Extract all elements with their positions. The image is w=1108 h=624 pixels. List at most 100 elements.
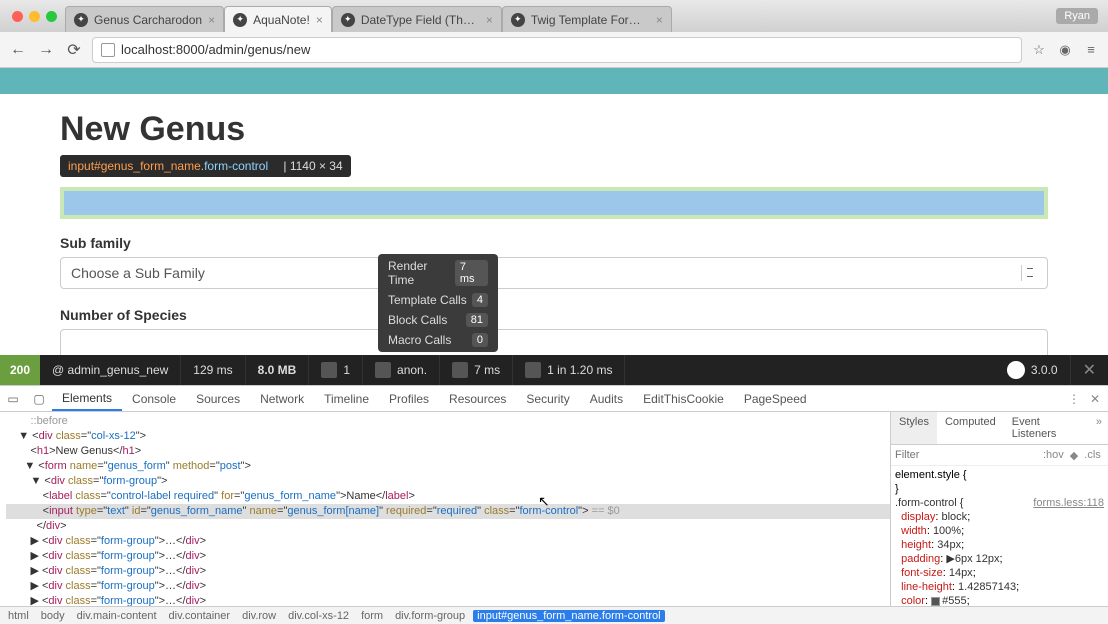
favicon-icon: ✦ [341,13,355,27]
favicon-icon: ✦ [233,13,247,27]
dom-line[interactable]: ▶ <div class="form-group">…</div> [6,564,890,579]
dom-line[interactable]: ▶ <div class="form-group">…</div> [6,579,890,594]
reload-button[interactable]: ⟳ [64,40,84,60]
breadcrumb-item[interactable]: form [357,610,387,622]
styles-filter-input[interactable] [895,449,1037,461]
breadcrumb-item[interactable]: div.main-content [73,610,161,622]
styles-rules[interactable]: element.style {}forms.less:118.form-cont… [891,466,1108,606]
devtools-tabs: ▭ ▢ ElementsConsoleSourcesNetworkTimelin… [0,386,1108,412]
symfony-toolbar[interactable]: 200 @ admin_genus_new 129 ms 8.0 MB 1 an… [0,355,1108,385]
breadcrumb-item[interactable]: input#genus_form_name.form-control [473,610,664,622]
styles-panel: StylesComputedEvent Listeners» :hov ◆ .c… [890,412,1108,606]
sf-memory[interactable]: 8.0 MB [246,355,310,385]
devtools-tab-network[interactable]: Network [250,386,314,411]
dom-line[interactable]: <input type="text" id="genus_form_name" … [6,504,890,519]
forward-button[interactable]: → [36,41,56,59]
devtools-tab-pagespeed[interactable]: PageSpeed [734,386,817,411]
hov-toggle[interactable]: :hov [1043,449,1064,461]
sf-status[interactable]: 200 [0,355,40,385]
elements-panel[interactable]: ::before ▼ <div class="col-xs-12"> <h1>N… [0,412,890,606]
bookmark-star-icon[interactable]: ☆ [1030,41,1048,59]
clipboard-icon [321,362,337,378]
window-controls [8,11,65,22]
devtools-tab-resources[interactable]: Resources [439,386,516,411]
browser-tab[interactable]: ✦Genus Carcharodon× [65,6,224,32]
cls-toggle[interactable]: .cls [1084,449,1101,461]
sf-forms[interactable]: 1 [309,355,363,385]
menu-icon[interactable]: ≡ [1082,41,1100,59]
sf-version[interactable]: 3.0.0 [995,355,1071,385]
sf-time[interactable]: 129 ms [181,355,245,385]
extension-icon[interactable]: ◉ [1056,41,1074,59]
breadcrumb-item[interactable]: div.col-xs-12 [284,610,353,622]
styles-tabs-more-icon[interactable]: » [1090,412,1108,444]
inspect-tooltip: input#genus_form_name.form-control | 114… [60,155,351,177]
symfony-logo-icon [1007,361,1025,379]
sf-user[interactable]: anon. [363,355,440,385]
tab-close-icon[interactable]: × [486,13,493,27]
browser-tab[interactable]: ✦ Twig Template Form Funct × [502,6,672,32]
breadcrumb-item[interactable]: div.row [238,610,280,622]
dom-line[interactable]: ::before [6,414,890,429]
dom-line[interactable]: ▼ <div class="col-xs-12"> [6,429,890,444]
tab-close-icon[interactable]: × [208,13,215,27]
twig-popup-row: Block Calls81 [378,310,498,330]
close-window-icon[interactable] [12,11,23,22]
breadcrumb-item[interactable]: div.container [165,610,235,622]
tab-label: DateType Field (The Symfo [361,13,480,27]
devtools-tab-sources[interactable]: Sources [186,386,250,411]
devtools-tab-audits[interactable]: Audits [580,386,633,411]
page-icon [101,43,115,57]
sf-route[interactable]: @ admin_genus_new [40,355,181,385]
profile-badge[interactable]: Ryan [1056,8,1098,24]
sub-family-select[interactable]: Choose a Sub Family [60,257,1048,289]
devtools-close-icon[interactable]: ✕ [1090,392,1100,406]
dom-line[interactable]: ▶ <div class="form-group">…</div> [6,534,890,549]
favicon-icon: ✦ [74,13,88,27]
breadcrumb-item[interactable]: body [37,610,69,622]
dom-line[interactable]: </div> [6,519,890,534]
breadcrumb-item[interactable]: html [4,610,33,622]
favicon-icon: ✦ [511,13,525,27]
site-header-strip [0,68,1108,94]
sf-close-button[interactable]: ✕ [1071,360,1108,380]
dom-line[interactable]: ▶ <div class="form-group">…</div> [6,594,890,606]
browser-tab[interactable]: ✦ DateType Field (The Symfo × [332,6,502,32]
devtools-tab-elements[interactable]: Elements [52,386,122,411]
back-button[interactable]: ← [8,41,28,59]
dom-breadcrumb[interactable]: htmlbodydiv.main-contentdiv.containerdiv… [0,606,1108,624]
devtools-tab-security[interactable]: Security [516,386,579,411]
toolbar: ← → ⟳ localhost:8000/admin/genus/new ☆ ◉… [0,32,1108,68]
sf-db[interactable]: 1 in 1.20 ms [513,355,625,385]
maximize-window-icon[interactable] [46,11,57,22]
styles-tab-styles[interactable]: Styles [891,412,937,444]
devtools-more-icon[interactable]: ⋮ [1068,392,1080,406]
dom-line[interactable]: <label class="control-label required" fo… [6,489,890,504]
tab-label: Twig Template Form Funct [531,13,650,27]
tab-close-icon[interactable]: × [656,13,663,27]
styles-tab-computed[interactable]: Computed [937,412,1004,444]
dom-line[interactable]: <h1>New Genus</h1> [6,444,890,459]
dom-line[interactable]: ▼ <form name="genus_form" method="post"> [6,459,890,474]
dom-line[interactable]: ▼ <div class="form-group"> [6,474,890,489]
highlighted-name-input[interactable] [60,187,1048,219]
devtools-tab-profiles[interactable]: Profiles [379,386,439,411]
inspect-element-icon[interactable]: ▭ [0,392,26,406]
sub-family-label: Sub family [60,235,1048,251]
devtools-tab-editthiscookie[interactable]: EditThisCookie [633,386,734,411]
dom-line[interactable]: ▶ <div class="form-group">…</div> [6,549,890,564]
tab-strip: ✦Genus Carcharodon×✦AquaNote!×✦DateType … [0,0,1108,32]
pin-icon[interactable]: ◆ [1070,449,1078,462]
sf-twig[interactable]: 7 ms [440,355,513,385]
devtools-tab-console[interactable]: Console [122,386,186,411]
minimize-window-icon[interactable] [29,11,40,22]
device-toggle-icon[interactable]: ▢ [26,392,52,406]
page-content: New Genus input#genus_form_name.form-con… [0,94,1108,393]
breadcrumb-item[interactable]: div.form-group [391,610,469,622]
address-bar[interactable]: localhost:8000/admin/genus/new [92,37,1022,63]
browser-tab[interactable]: ✦AquaNote!× [224,6,332,32]
devtools-tab-timeline[interactable]: Timeline [314,386,379,411]
tab-close-icon[interactable]: × [316,13,323,27]
styles-tab-event-listeners[interactable]: Event Listeners [1004,412,1090,444]
browser-chrome: ✦Genus Carcharodon×✦AquaNote!×✦DateType … [0,0,1108,68]
